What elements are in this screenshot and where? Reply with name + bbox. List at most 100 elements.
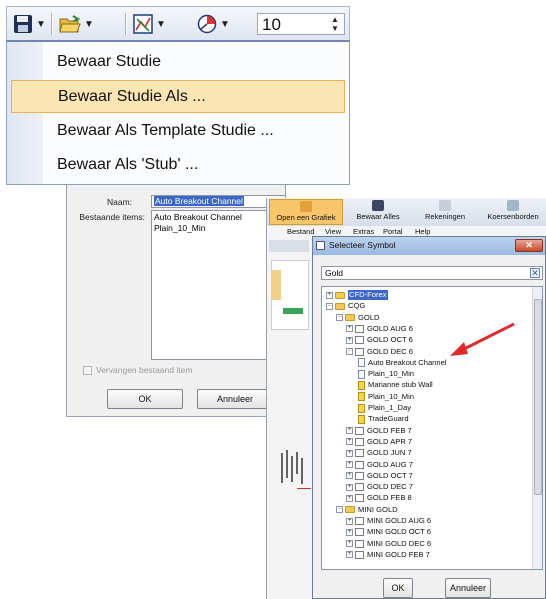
open-chart-icon xyxy=(300,201,312,212)
tree-node[interactable]: + GOLD AUG 6 xyxy=(346,324,413,334)
save-all-button[interactable]: Bewaar Alles xyxy=(349,199,407,225)
expand-icon[interactable]: + xyxy=(346,494,353,502)
save-dropdown-arrow[interactable]: ▼ xyxy=(36,19,46,30)
save-button[interactable]: ▼ xyxy=(13,13,46,35)
spin-arrows[interactable]: ▲ ▼ xyxy=(327,15,343,33)
symbol-icon xyxy=(355,336,364,345)
expand-icon[interactable]: + xyxy=(346,325,353,333)
tree-node[interactable]: + GOLD OCT 7 xyxy=(346,471,413,481)
menu-help[interactable]: Help xyxy=(415,227,430,236)
expand-icon[interactable]: + xyxy=(346,438,353,446)
open-chart-button[interactable]: Open een Grafiek xyxy=(269,199,343,225)
expand-icon[interactable]: + xyxy=(326,291,333,299)
tree-node[interactable]: + MINI GOLD DEC 6 xyxy=(346,539,431,549)
accounts-icon xyxy=(439,200,451,211)
open-button[interactable]: ▼ xyxy=(59,13,94,35)
symbol-icon xyxy=(355,471,364,480)
template-file-icon xyxy=(358,403,365,413)
accounts-button[interactable]: Rekeningen xyxy=(415,199,475,225)
tree-node[interactable]: + MINI GOLD AUG 6 xyxy=(346,516,431,526)
tree-node[interactable]: Auto Breakout Channel xyxy=(358,358,447,368)
quote-boards-button[interactable]: Koersenborden xyxy=(481,199,545,225)
list-item[interactable]: Plain_10_Min xyxy=(154,223,283,234)
quote-boards-label: Koersenborden xyxy=(487,212,539,221)
expand-icon[interactable]: + xyxy=(346,517,353,525)
tree-node[interactable]: + CFD-Forex xyxy=(326,290,388,300)
dialog-titlebar[interactable]: Selecteer Symbol ✕ xyxy=(313,237,545,255)
expand-icon[interactable]: + xyxy=(346,449,353,457)
interval-spinbox[interactable]: 10 ▲ ▼ xyxy=(257,13,345,35)
tree-node[interactable]: + GOLD FEB 7 xyxy=(346,426,412,436)
ok-button[interactable]: OK xyxy=(107,389,183,409)
expand-icon[interactable]: + xyxy=(346,551,353,559)
name-label: Naam: xyxy=(107,197,133,207)
tree-node-label: GOLD AUG 6 xyxy=(367,323,413,333)
collapse-icon[interactable]: - xyxy=(346,348,353,355)
menu-view[interactable]: View xyxy=(325,227,341,236)
tree-node[interactable]: + GOLD FEB 8 xyxy=(346,493,412,503)
tree-node[interactable]: + MINI GOLD OCT 6 xyxy=(346,527,431,537)
tree-node[interactable]: + GOLD DEC 7 xyxy=(346,482,413,492)
symbol-search-input[interactable]: Gold ✕ xyxy=(321,266,543,280)
folder-icon xyxy=(345,506,355,514)
replace-existing-checkbox[interactable]: Vervangen bestaand item xyxy=(83,365,192,375)
tree-node[interactable]: + GOLD JUN 7 xyxy=(346,448,412,458)
tree-node[interactable]: + GOLD APR 7 xyxy=(346,437,412,447)
chart-area xyxy=(267,238,313,599)
tree-node[interactable]: Plain_1_Day xyxy=(358,403,411,413)
clock-icon xyxy=(197,14,217,34)
expand-icon[interactable]: + xyxy=(346,483,353,491)
menu-item-save-as-template[interactable]: Bewaar Als Template Studie ... xyxy=(11,115,345,148)
tree-node[interactable]: + GOLD OCT 6 xyxy=(346,335,413,345)
tree-node[interactable]: - GOLD xyxy=(336,313,380,323)
tree-node-label: TradeGuard xyxy=(368,414,409,424)
tree-node[interactable]: Plain_10_Min xyxy=(358,369,414,379)
chart-marker xyxy=(271,270,281,300)
menu-portal[interactable]: Portal xyxy=(383,227,403,236)
tree-node[interactable]: - GOLD DEC 6 xyxy=(346,347,413,357)
scrollbar-thumb[interactable] xyxy=(534,299,542,495)
tree-node[interactable]: + GOLD AUG 7 xyxy=(346,460,413,470)
tree-node[interactable]: - MINI GOLD xyxy=(336,505,398,515)
menu-item-save-study-as[interactable]: Bewaar Studie Als ... xyxy=(11,80,345,113)
tree-node[interactable]: + MINI GOLD FEB 7 xyxy=(346,550,430,560)
tree-scrollbar[interactable] xyxy=(532,287,542,569)
chart-dropdown-arrow[interactable]: ▼ xyxy=(156,19,166,30)
list-item[interactable]: Auto Breakout Channel xyxy=(154,212,283,223)
tree-node-label: MINI GOLD xyxy=(358,504,398,514)
tree-node[interactable]: Marianne stub Wall xyxy=(358,380,433,390)
tree-node-label: Plain_10_Min xyxy=(368,391,415,401)
menu-item-save-study[interactable]: Bewaar Studie xyxy=(11,46,345,79)
expand-icon[interactable]: + xyxy=(346,472,353,480)
time-dropdown-arrow[interactable]: ▼ xyxy=(220,19,230,30)
ok-button[interactable]: OK xyxy=(383,578,413,598)
open-dropdown-arrow[interactable]: ▼ xyxy=(84,19,94,30)
checkbox-box[interactable] xyxy=(83,365,92,375)
menu-extras[interactable]: Extras xyxy=(353,227,374,236)
chart-button[interactable]: ▼ xyxy=(133,13,166,35)
expand-icon[interactable]: + xyxy=(346,461,353,468)
tree-node-label: CQG xyxy=(348,301,366,311)
menu-file[interactable]: Bestand xyxy=(287,227,315,236)
expand-icon[interactable]: + xyxy=(346,427,353,435)
tree-node[interactable]: Plain_10_Min xyxy=(358,392,414,402)
menu-item-save-as-stub[interactable]: Bewaar Als 'Stub' ... xyxy=(11,149,345,182)
clear-search-icon[interactable]: ✕ xyxy=(530,268,540,278)
cancel-button[interactable]: Annuleer xyxy=(445,578,491,598)
expand-icon[interactable]: + xyxy=(346,528,353,536)
expand-icon[interactable]: + xyxy=(346,336,353,344)
study-file-icon xyxy=(358,369,365,379)
collapse-icon[interactable]: - xyxy=(326,302,333,310)
expand-icon[interactable]: + xyxy=(346,540,353,548)
tree-node-label: MINI GOLD OCT 6 xyxy=(367,527,431,537)
close-button[interactable]: ✕ xyxy=(515,239,543,252)
symbol-icon xyxy=(355,494,364,503)
dialog-title: Selecteer Symbol xyxy=(329,240,396,250)
time-button[interactable]: ▼ xyxy=(197,13,230,35)
collapse-icon[interactable]: - xyxy=(336,506,343,514)
cancel-button[interactable]: Annuleer xyxy=(197,389,273,409)
collapse-icon[interactable]: - xyxy=(336,314,343,322)
tree-node[interactable]: - CQG xyxy=(326,301,365,311)
tree-node[interactable]: TradeGuard xyxy=(358,414,409,424)
tree-node-label: GOLD JUN 7 xyxy=(367,448,412,458)
